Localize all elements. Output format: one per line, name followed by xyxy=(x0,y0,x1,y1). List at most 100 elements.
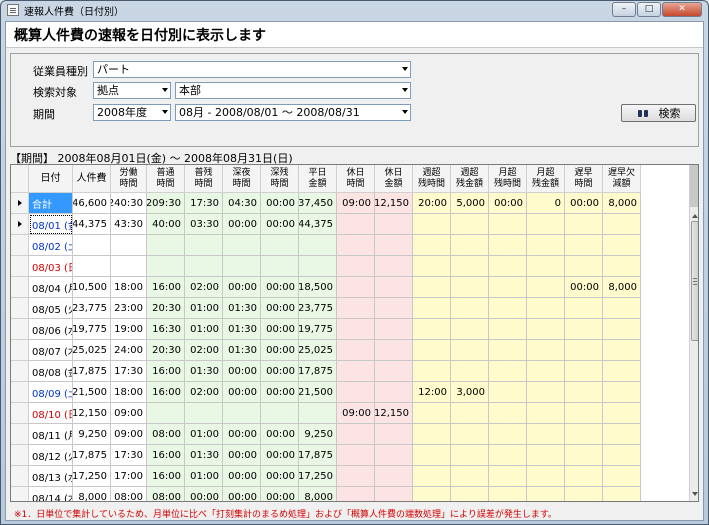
cell-month-over-time[interactable]: 00:00 xyxy=(489,193,527,214)
cell-month-over-amt[interactable] xyxy=(527,403,565,424)
cell-week-over-amt[interactable]: 5,000 xyxy=(451,193,489,214)
cell-week-over-amt[interactable]: 3,000 xyxy=(451,382,489,403)
cell-weekday-amt[interactable]: 17,250 xyxy=(299,466,337,487)
row-selector[interactable] xyxy=(11,445,29,466)
cell-holiday-time[interactable] xyxy=(337,256,375,277)
cell-weekday-amt[interactable] xyxy=(299,256,337,277)
cell-week-over-amt[interactable] xyxy=(451,424,489,445)
cell-date[interactable]: 08/02 (土) xyxy=(29,235,73,256)
cell-night[interactable]: 00:00 xyxy=(223,214,261,235)
cell-night[interactable]: 00:00 xyxy=(223,424,261,445)
total-row[interactable]: 合計246,600240:30209:3017:3004:3000:00237,… xyxy=(11,193,689,214)
cell-cost[interactable]: 19,775 xyxy=(73,319,111,340)
table-row[interactable]: 08/13 (水)17,25017:0016:0001:0000:0000:00… xyxy=(11,466,689,487)
cell-normal[interactable]: 16:00 xyxy=(147,361,185,382)
cell-night[interactable] xyxy=(223,403,261,424)
cell-week-over-amt[interactable] xyxy=(451,214,489,235)
table-row[interactable]: 08/07 (木)25,02524:0020:3002:0001:3000:00… xyxy=(11,340,689,361)
table-row[interactable]: 08/08 (金)17,87517:3016:0001:3000:0000:00… xyxy=(11,361,689,382)
cell-overtime[interactable]: 01:30 xyxy=(185,445,223,466)
cell-overtime[interactable] xyxy=(185,403,223,424)
table-row[interactable]: 08/14 (木)8,00008:0008:0000:0000:0000:008… xyxy=(11,487,689,501)
cell-month-over-amt[interactable] xyxy=(527,466,565,487)
cell-holiday-time[interactable] xyxy=(337,214,375,235)
cell-cost[interactable] xyxy=(73,256,111,277)
cell-normal[interactable]: 209:30 xyxy=(147,193,185,214)
cell-week-over-time[interactable] xyxy=(413,424,451,445)
cell-late-deduct[interactable] xyxy=(603,214,641,235)
cell-cost[interactable]: 8,000 xyxy=(73,487,111,501)
cell-holiday-amt[interactable] xyxy=(375,487,413,501)
row-selector[interactable] xyxy=(11,340,29,361)
cell-month-over-time[interactable] xyxy=(489,487,527,501)
cell-late-deduct[interactable]: 8,000 xyxy=(603,193,641,214)
cell-overtime[interactable]: 01:00 xyxy=(185,319,223,340)
cell-overtime[interactable]: 02:00 xyxy=(185,382,223,403)
cell-night[interactable]: 04:30 xyxy=(223,193,261,214)
cell-week-over-time[interactable] xyxy=(413,445,451,466)
cell-weekday-amt[interactable]: 17,875 xyxy=(299,445,337,466)
cell-date[interactable]: 08/06 (水) xyxy=(29,319,73,340)
cell-night[interactable]: 01:30 xyxy=(223,319,261,340)
cell-holiday-time[interactable] xyxy=(337,340,375,361)
cell-cost[interactable]: 17,250 xyxy=(73,466,111,487)
cell-date[interactable]: 08/01 (金) xyxy=(29,214,73,235)
cell-holiday-amt[interactable] xyxy=(375,361,413,382)
cell-weekday-amt[interactable]: 23,775 xyxy=(299,298,337,319)
row-selector[interactable] xyxy=(11,382,29,403)
period-year-select[interactable]: 2008年度 xyxy=(93,104,171,121)
cell-date[interactable]: 08/03 (日) xyxy=(29,256,73,277)
column-header-date[interactable]: 日付 xyxy=(29,165,73,193)
cell-week-over-time[interactable] xyxy=(413,340,451,361)
cell-week-over-amt[interactable] xyxy=(451,403,489,424)
table-row[interactable]: 08/04 (月)10,50018:0016:0002:0000:0000:00… xyxy=(11,277,689,298)
cell-cost[interactable]: 9,250 xyxy=(73,424,111,445)
cell-overtime[interactable]: 03:30 xyxy=(185,214,223,235)
period-range-select[interactable]: 08月 - 2008/08/01 〜 2008/08/31 xyxy=(175,104,411,121)
column-header-holiday-amt[interactable]: 休日 金額 xyxy=(375,165,413,193)
cell-cost[interactable]: 10,500 xyxy=(73,277,111,298)
cell-week-over-time[interactable] xyxy=(413,361,451,382)
cell-labor[interactable]: 23:00 xyxy=(111,298,147,319)
cell-labor[interactable]: 18:00 xyxy=(111,277,147,298)
cell-month-over-amt[interactable] xyxy=(527,298,565,319)
cell-late-time[interactable] xyxy=(565,340,603,361)
cell-late-deduct[interactable] xyxy=(603,382,641,403)
cell-weekday-amt[interactable]: 21,500 xyxy=(299,382,337,403)
cell-holiday-amt[interactable] xyxy=(375,319,413,340)
cell-date[interactable]: 08/10 (日) xyxy=(29,403,73,424)
column-header-week-over-time[interactable]: 週超 残時間 xyxy=(413,165,451,193)
cell-overtime[interactable]: 01:00 xyxy=(185,466,223,487)
cell-night[interactable]: 00:00 xyxy=(223,277,261,298)
cell-late-deduct[interactable] xyxy=(603,256,641,277)
cell-late-deduct[interactable] xyxy=(603,340,641,361)
cell-late-deduct[interactable] xyxy=(603,235,641,256)
column-header-week-over-amt[interactable]: 週超 残金額 xyxy=(451,165,489,193)
cell-overtime[interactable]: 01:00 xyxy=(185,298,223,319)
cell-night-ot[interactable]: 00:00 xyxy=(261,319,299,340)
cell-month-over-amt[interactable] xyxy=(527,361,565,382)
cell-week-over-time[interactable] xyxy=(413,319,451,340)
cell-cost[interactable]: 25,025 xyxy=(73,340,111,361)
maximize-button[interactable]: □ xyxy=(637,2,661,17)
row-selector[interactable] xyxy=(11,214,29,235)
cell-date[interactable]: 08/04 (月) xyxy=(29,277,73,298)
cell-month-over-time[interactable] xyxy=(489,445,527,466)
row-selector[interactable] xyxy=(11,466,29,487)
cell-holiday-time[interactable] xyxy=(337,382,375,403)
cell-week-over-time[interactable] xyxy=(413,487,451,501)
cell-holiday-time[interactable]: 09:00 xyxy=(337,403,375,424)
cell-normal[interactable] xyxy=(147,235,185,256)
cell-month-over-amt[interactable] xyxy=(527,445,565,466)
cell-weekday-amt[interactable]: 18,500 xyxy=(299,277,337,298)
cell-holiday-amt[interactable]: 12,150 xyxy=(375,403,413,424)
cell-week-over-amt[interactable] xyxy=(451,298,489,319)
cell-date[interactable]: 08/07 (木) xyxy=(29,340,73,361)
cell-labor[interactable]: 24:00 xyxy=(111,340,147,361)
cell-night[interactable]: 01:30 xyxy=(223,298,261,319)
cell-date[interactable]: 08/09 (土) xyxy=(29,382,73,403)
cell-week-over-amt[interactable] xyxy=(451,361,489,382)
cell-late-time[interactable]: 00:00 xyxy=(565,193,603,214)
cell-weekday-amt[interactable]: 44,375 xyxy=(299,214,337,235)
cell-normal[interactable] xyxy=(147,403,185,424)
